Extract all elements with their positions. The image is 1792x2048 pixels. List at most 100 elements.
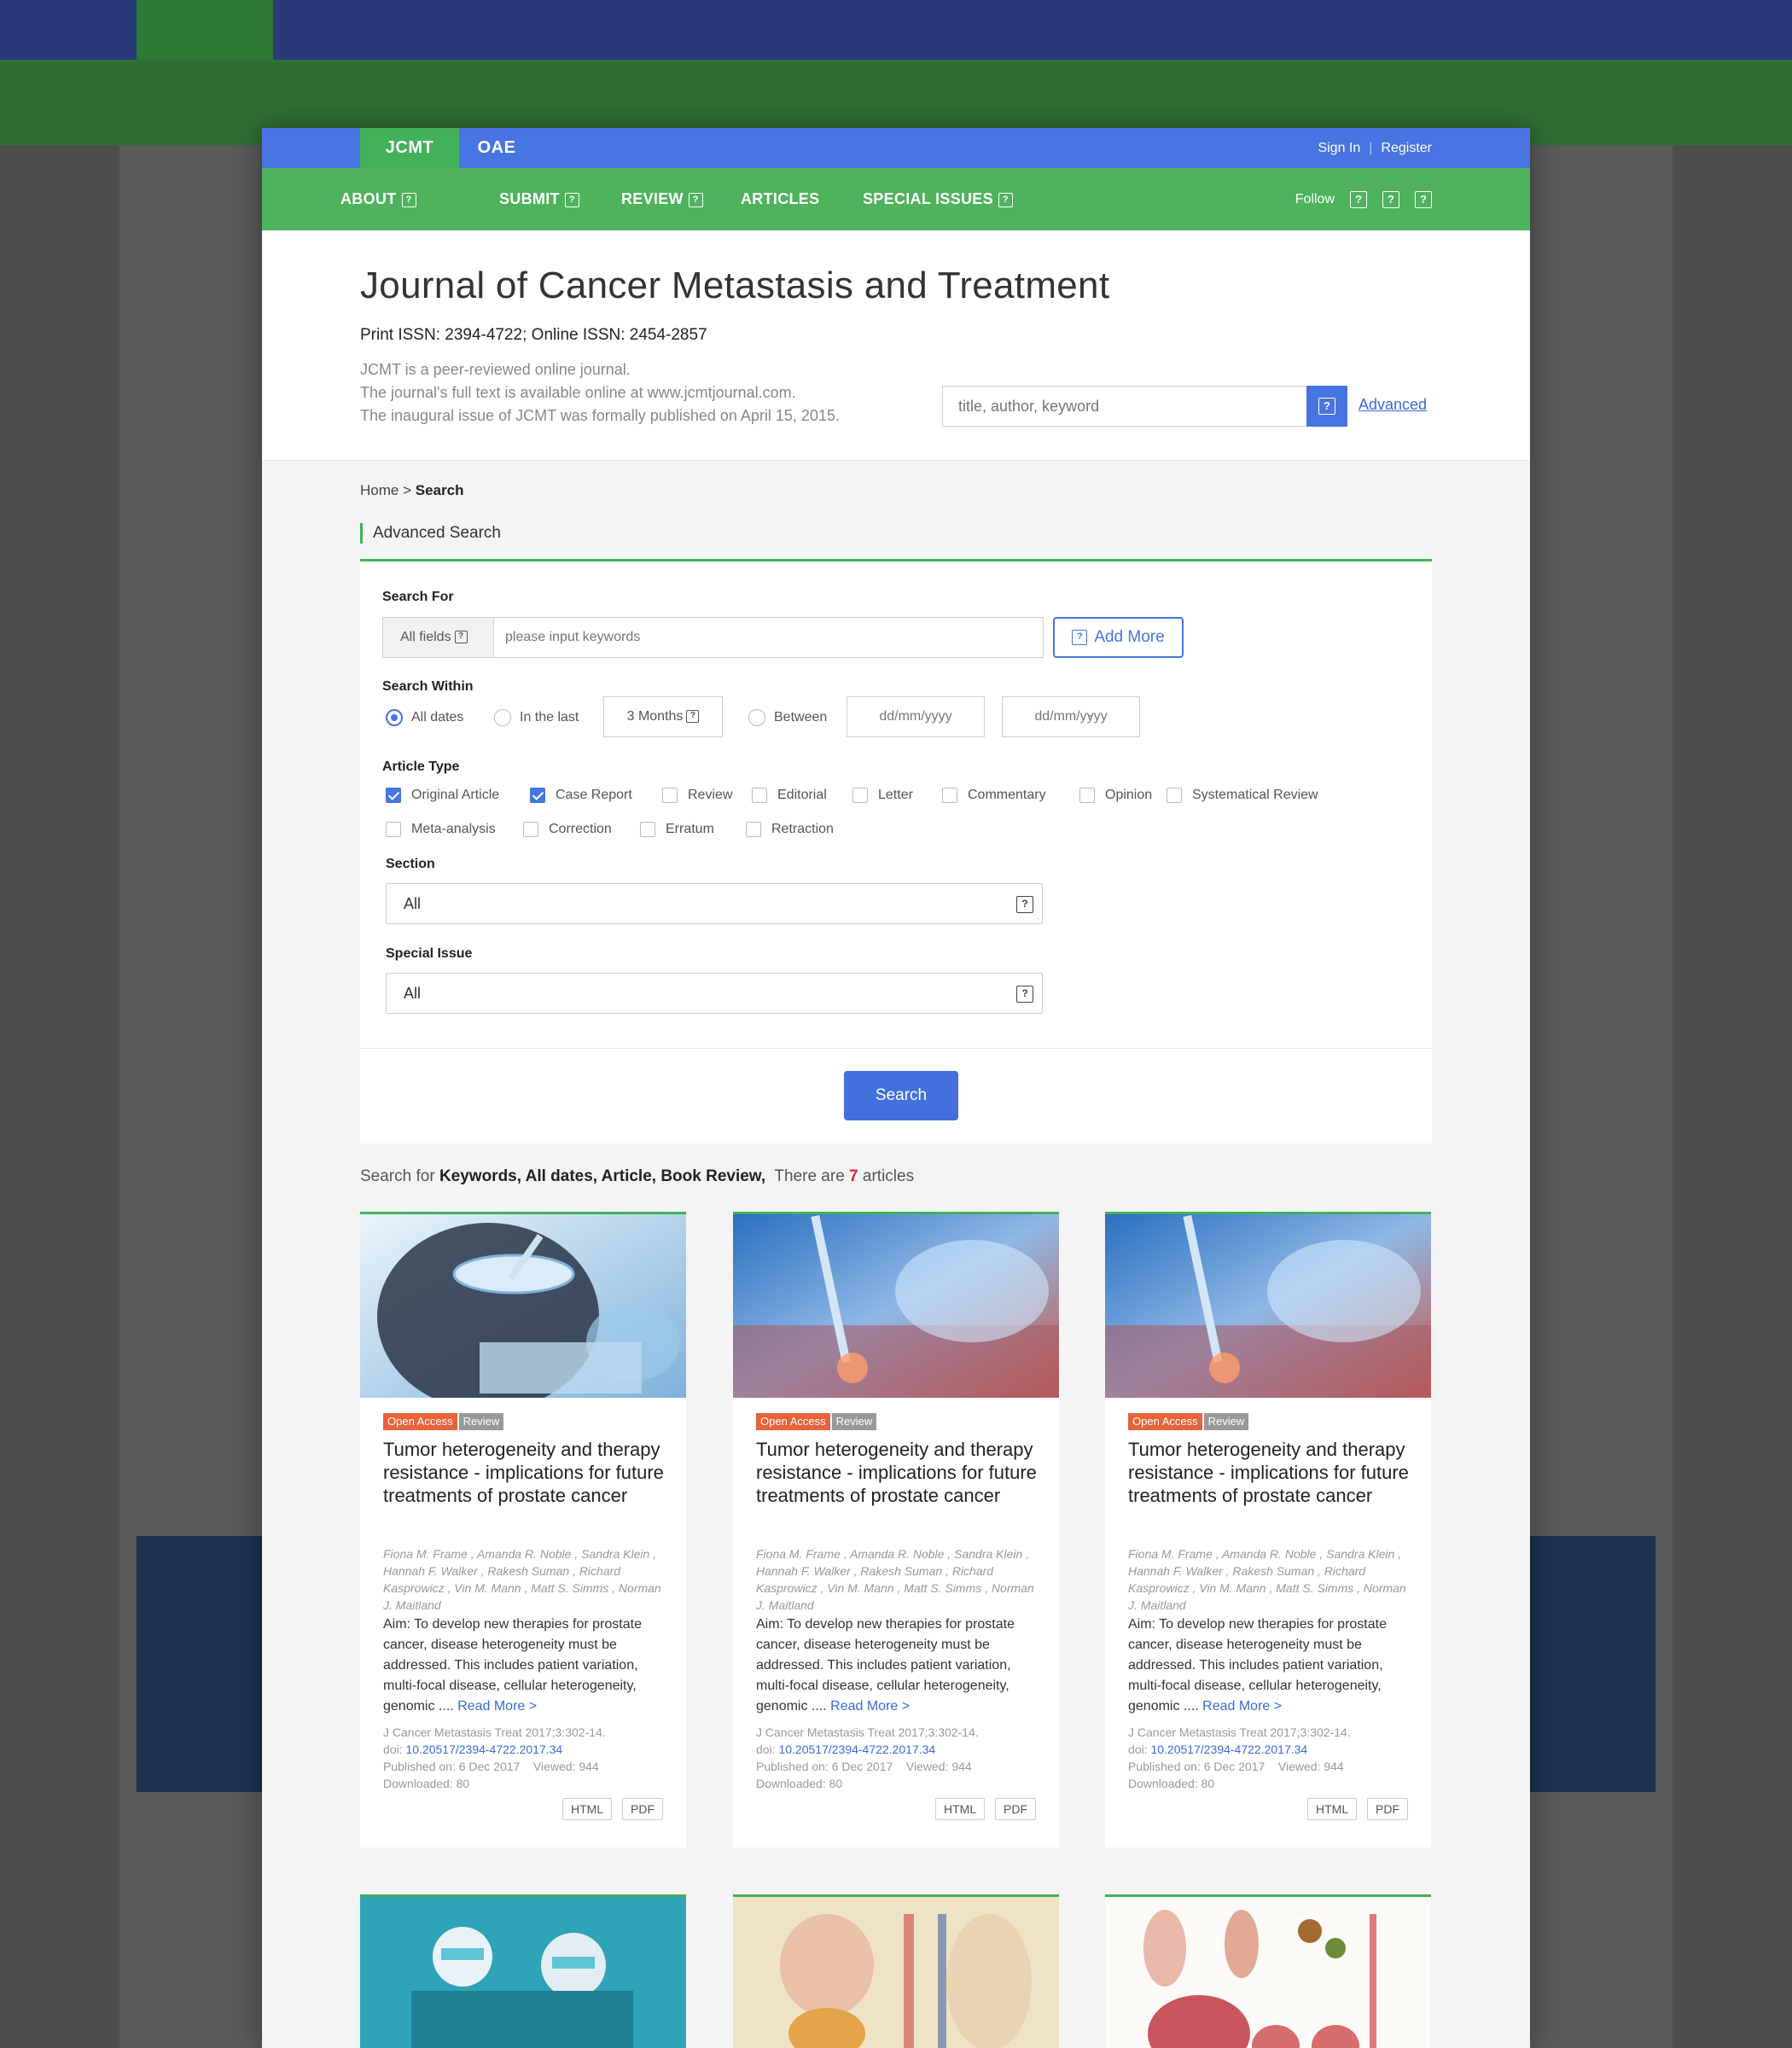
article-card[interactable]: [1105, 1894, 1431, 2048]
nav-review-label: REVIEW: [621, 190, 684, 207]
section-title: Advanced Search: [360, 523, 501, 544]
article-image: [733, 1214, 1059, 1398]
doi-link[interactable]: 10.20517/2394-4722.2017.34: [778, 1743, 935, 1756]
checkbox-review[interactable]: Review: [662, 786, 732, 805]
checkbox-unchecked: [386, 821, 401, 837]
dropdown-icon: ?: [564, 192, 579, 207]
checkbox-label: Case Report: [556, 788, 632, 802]
header-search-button[interactable]: ?: [1306, 386, 1347, 427]
checkbox-correction[interactable]: Correction: [523, 820, 612, 839]
nav-special-issues-label: SPECIAL ISSUES: [863, 190, 993, 207]
start-date-input[interactable]: dd/mm/yyyy: [847, 696, 985, 737]
nav-about-label: ABOUT: [340, 190, 397, 207]
keyword-input[interactable]: [495, 618, 1041, 657]
radio-in-the-last[interactable]: In the last: [494, 708, 579, 727]
nav-submit[interactable]: SUBMIT?: [499, 168, 579, 230]
end-date-input[interactable]: dd/mm/yyyy: [1002, 696, 1140, 737]
read-more-link[interactable]: Read More >: [457, 1699, 537, 1713]
special-issue-select[interactable]: All?: [386, 973, 1043, 1014]
read-more-link[interactable]: Read More >: [830, 1699, 910, 1713]
article-card[interactable]: Open Access Review Tumor heterogeneity an…: [360, 1212, 686, 1847]
nav-review[interactable]: REVIEW?: [621, 168, 703, 230]
social-icon[interactable]: ?: [1350, 190, 1367, 208]
register-link[interactable]: Register: [1381, 141, 1432, 155]
article-meta: J Cancer Metastasis Treat 2017;3:302-14.…: [756, 1724, 1042, 1792]
pdf-button[interactable]: PDF: [995, 1798, 1036, 1820]
lab-petri-dish-image: [360, 1214, 686, 1398]
html-button[interactable]: HTML: [562, 1798, 613, 1820]
field-select[interactable]: All fields?: [383, 618, 494, 657]
radio-all-dates[interactable]: All dates: [386, 708, 463, 727]
checkbox-unchecked: [942, 787, 957, 803]
checkbox-label: Opinion: [1105, 788, 1153, 802]
follow-group: Follow???: [1295, 168, 1432, 230]
doi-link[interactable]: 10.20517/2394-4722.2017.34: [1150, 1743, 1307, 1756]
read-more-link[interactable]: Read More >: [1202, 1699, 1282, 1713]
article-abstract: Aim: To develop new therapies for prosta…: [1128, 1615, 1414, 1717]
backdrop-tab: [137, 0, 273, 60]
viewed-count: Viewed: 944: [532, 1760, 599, 1773]
special-issue-label: Special Issue: [386, 946, 473, 961]
open-access-badge: Open Access: [383, 1413, 457, 1430]
chevron-down-icon: ?: [454, 631, 468, 644]
radio-between[interactable]: Between: [748, 708, 827, 727]
article-card[interactable]: Open Access Review Tumor heterogeneity an…: [733, 1212, 1059, 1847]
checkbox-original-article[interactable]: Original Article: [386, 786, 499, 805]
article-authors: Fiona M. Frame , Amanda R. Noble , Sandr…: [756, 1547, 1034, 1612]
section-select-value: All: [404, 895, 422, 912]
header-search-input[interactable]: [943, 387, 1312, 426]
article-title[interactable]: Tumor heterogeneity and therapy resistan…: [383, 1438, 669, 1507]
nav-about[interactable]: ABOUT?: [340, 168, 416, 230]
checkbox-commentary[interactable]: Commentary: [942, 786, 1046, 805]
article-title[interactable]: Tumor heterogeneity and therapy resistan…: [1128, 1438, 1414, 1507]
checkbox-editorial[interactable]: Editorial: [752, 786, 827, 805]
html-button[interactable]: HTML: [1307, 1798, 1358, 1820]
checkbox-systematical-review[interactable]: Systematical Review: [1167, 786, 1318, 805]
backdrop-image: [1527, 1536, 1655, 1792]
search-button[interactable]: Search: [844, 1071, 958, 1120]
published-date: Published on: 6 Dec 2017: [383, 1760, 521, 1773]
journal-header: Journal of Cancer Metastasis and Treatme…: [262, 230, 1530, 461]
sign-in-link[interactable]: Sign In: [1318, 141, 1360, 155]
main-nav: ABOUT? SUBMIT? REVIEW? ARTICLES SPECIAL …: [262, 168, 1530, 230]
checkbox-letter[interactable]: Letter: [852, 786, 913, 805]
checkbox-label: Correction: [549, 822, 612, 836]
advanced-search-link[interactable]: Advanced: [1359, 396, 1427, 414]
checkbox-unchecked: [1167, 787, 1182, 803]
tab-oae[interactable]: OAE: [467, 128, 527, 168]
article-title[interactable]: Tumor heterogeneity and therapy resistan…: [756, 1438, 1042, 1507]
social-icon[interactable]: ?: [1382, 190, 1399, 208]
badge-group: Open Access Review: [1128, 1413, 1249, 1430]
doi-link[interactable]: 10.20517/2394-4722.2017.34: [405, 1743, 562, 1756]
checkbox-checked: [386, 787, 401, 803]
section-select[interactable]: All?: [386, 883, 1043, 924]
checkbox-case-report[interactable]: Case Report: [530, 786, 632, 805]
pdf-button[interactable]: PDF: [622, 1798, 663, 1820]
nav-articles[interactable]: ARTICLES: [741, 168, 819, 230]
pdf-button[interactable]: PDF: [1367, 1798, 1408, 1820]
checkbox-label: Erratum: [666, 822, 714, 836]
search-icon: ?: [1318, 397, 1335, 415]
journal-title: Journal of Cancer Metastasis and Treatme…: [360, 265, 1110, 306]
checkbox-erratum[interactable]: Erratum: [640, 820, 714, 839]
checkbox-opinion[interactable]: Opinion: [1079, 786, 1152, 805]
checkbox-unchecked: [746, 821, 761, 837]
social-icon[interactable]: ?: [1415, 190, 1432, 208]
article-card[interactable]: Open Access Review Tumor heterogeneity an…: [1105, 1212, 1431, 1847]
breadcrumb-home[interactable]: Home: [360, 482, 399, 498]
article-card[interactable]: [733, 1894, 1059, 2048]
checkbox-meta-analysis[interactable]: Meta-analysis: [386, 820, 496, 839]
article-type-label: Article Type: [382, 759, 460, 774]
article-authors: Fiona M. Frame , Amanda R. Noble , Sandr…: [1128, 1547, 1406, 1612]
months-select[interactable]: 3 Months?: [603, 696, 723, 737]
top-bar: JCMT OAE Sign In | Register: [262, 128, 1530, 168]
tab-jcmt[interactable]: JCMT: [360, 128, 459, 168]
article-card[interactable]: [360, 1894, 686, 2048]
special-issue-select-value: All: [404, 985, 422, 1002]
html-button[interactable]: HTML: [935, 1798, 986, 1820]
article-type-badge: Review: [831, 1413, 877, 1430]
add-more-button[interactable]: ? Add More: [1053, 617, 1184, 658]
auth-separator: |: [1369, 141, 1373, 155]
nav-special-issues[interactable]: SPECIAL ISSUES?: [863, 168, 1013, 230]
checkbox-retraction[interactable]: Retraction: [746, 820, 834, 839]
